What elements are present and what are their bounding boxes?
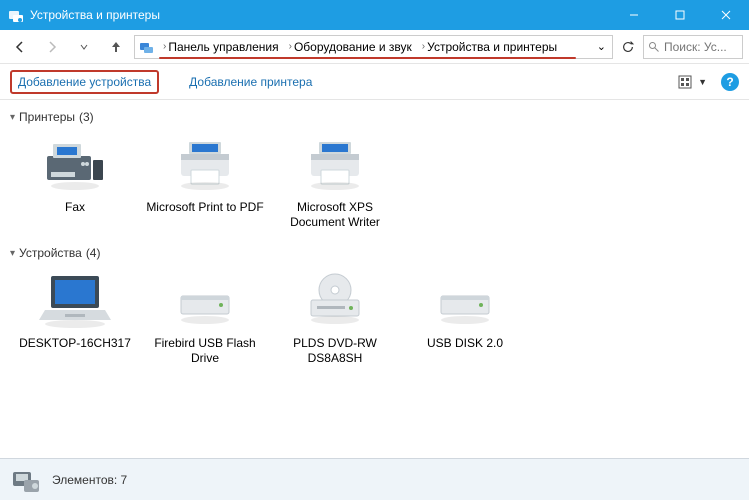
breadcrumb-seg-2[interactable]: ›Устройства и принтеры: [418, 36, 561, 58]
device-item[interactable]: DESKTOP-16CH317: [10, 266, 140, 376]
search-icon: [648, 41, 660, 53]
chevron-right-icon: ›: [422, 41, 425, 52]
recent-dropdown[interactable]: [70, 34, 98, 60]
device-item[interactable]: Firebird USB Flash Drive: [140, 266, 270, 376]
toolbar: Добавление устройства Добавление принтер…: [0, 64, 749, 100]
statusbar-icon: [10, 464, 42, 496]
printer-icon: [169, 132, 241, 196]
add-printer-button[interactable]: Добавление принтера: [183, 72, 318, 92]
window-title: Устройства и принтеры: [30, 8, 611, 22]
help-button[interactable]: ?: [721, 73, 739, 91]
collapse-icon: ▾: [10, 248, 15, 259]
collapse-icon: ▾: [10, 112, 15, 123]
device-item[interactable]: Fax: [10, 130, 140, 240]
close-button[interactable]: [703, 0, 749, 30]
laptop-icon: [39, 268, 111, 332]
device-item[interactable]: Microsoft Print to PDF: [140, 130, 270, 240]
drive-icon: [169, 268, 241, 332]
back-button[interactable]: [6, 34, 34, 60]
app-icon: [8, 7, 24, 23]
highlight-underline: [159, 57, 576, 59]
maximize-button[interactable]: [657, 0, 703, 30]
group-header-devices[interactable]: ▾ Устройства (4): [10, 246, 739, 260]
content-area: ▾ Принтеры (3) Fax: [0, 100, 749, 462]
search-input[interactable]: [664, 40, 738, 54]
breadcrumb-icon: [139, 39, 155, 55]
printers-row: Fax Microsoft Print to PDF: [10, 130, 739, 240]
add-device-button[interactable]: Добавление устройства: [10, 70, 159, 94]
statusbar-text: Элементов: 7: [52, 473, 127, 487]
group-header-printers[interactable]: ▾ Принтеры (3): [10, 110, 739, 124]
navbar: ›Панель управления ›Оборудование и звук …: [0, 30, 749, 64]
breadcrumb-seg-1[interactable]: ›Оборудование и звук: [285, 36, 416, 58]
minimize-button[interactable]: [611, 0, 657, 30]
device-item[interactable]: USB DISK 2.0: [400, 266, 530, 376]
view-options-button[interactable]: ▼: [678, 75, 707, 89]
breadcrumb[interactable]: ›Панель управления ›Оборудование и звук …: [134, 35, 613, 59]
up-button[interactable]: [102, 34, 130, 60]
device-item[interactable]: Microsoft XPS Document Writer: [270, 130, 400, 240]
forward-button[interactable]: [38, 34, 66, 60]
printer-icon: [299, 132, 371, 196]
search-box[interactable]: [643, 35, 743, 59]
chevron-down-icon[interactable]: ⌄: [597, 40, 606, 53]
titlebar: Устройства и принтеры: [0, 0, 749, 30]
devices-row: DESKTOP-16CH317 Firebird USB Flash Drive: [10, 266, 739, 376]
chevron-right-icon: ›: [163, 41, 166, 52]
device-item[interactable]: PLDS DVD-RW DS8A8SH: [270, 266, 400, 376]
chevron-right-icon: ›: [289, 41, 292, 52]
breadcrumb-seg-0[interactable]: ›Панель управления: [159, 36, 283, 58]
fax-icon: [39, 132, 111, 196]
statusbar: Элементов: 7: [0, 458, 749, 500]
optical-drive-icon: [299, 268, 371, 332]
refresh-button[interactable]: [617, 36, 639, 58]
drive-icon: [429, 268, 501, 332]
chevron-down-icon: ▼: [698, 77, 707, 87]
